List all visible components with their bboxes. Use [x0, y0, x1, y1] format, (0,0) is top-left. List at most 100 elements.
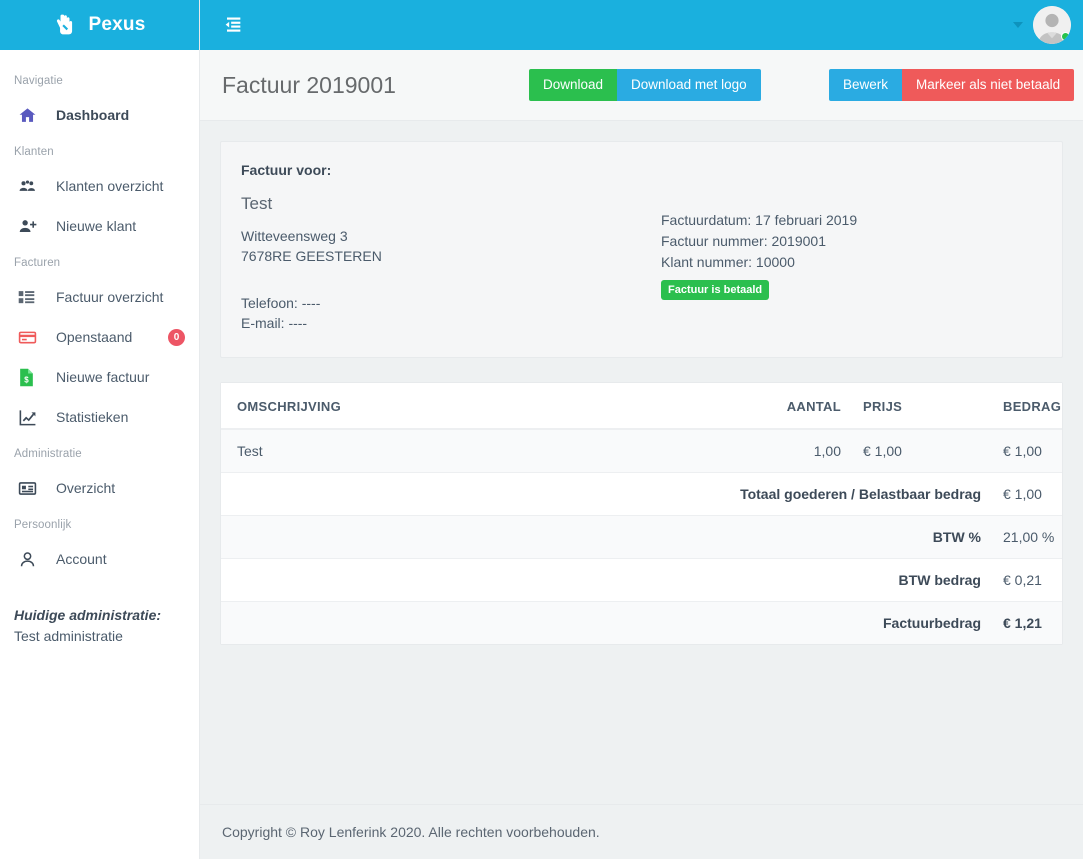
col-header-prijs: PRIJS	[841, 383, 981, 431]
sidebar-item-label: Dashboard	[56, 107, 130, 123]
summary-label-totaal-goederen: Totaal goederen / Belastbaar bedrag	[221, 472, 981, 517]
summary-value-totaal-goederen: € 1,00	[981, 472, 1062, 517]
sidebar-item-label: Nieuwe factuur	[56, 369, 150, 385]
download-met-logo-button[interactable]: Download met logo	[617, 68, 761, 102]
online-status-dot	[1061, 32, 1070, 41]
sidebar-section-facturen: Facturen	[14, 257, 61, 269]
sidebar-collapse-icon[interactable]	[222, 15, 242, 35]
download-button-group: Download Download met logo	[529, 68, 761, 102]
col-header-bedrag: BEDRAG	[981, 383, 1062, 431]
chart-line-icon	[18, 407, 42, 427]
customer-email: E-mail: ----	[241, 314, 308, 331]
customer-address: Witteveensweg 3 7678RE GEESTEREN	[241, 226, 661, 267]
customer-phone: Telefoon: ----	[241, 294, 321, 311]
summary-label-factuurbedrag: Factuurbedrag	[221, 601, 981, 645]
sidebar-item-klanten-overzicht[interactable]: Klanten overzicht	[0, 166, 199, 206]
sidebar-item-nieuwe-klant[interactable]: Nieuwe klant	[0, 206, 199, 246]
download-button[interactable]: Download	[529, 68, 618, 102]
svg-text:$: $	[24, 375, 29, 384]
summary-value-btw-bedrag: € 0,21	[981, 558, 1062, 603]
sidebar-item-label: Openstaand	[56, 329, 133, 345]
address-line-1: Witteveensweg 3	[241, 228, 348, 244]
table-row: Totaal goederen / Belastbaar bedrag € 1,…	[221, 472, 1062, 517]
topbar-user-area	[1013, 6, 1071, 44]
customer-number: Klant nummer: 10000	[661, 254, 795, 270]
app-root: Pexus Navigatie Dashboard Klanten Klante…	[0, 0, 1083, 859]
status-badge: Factuur is betaald	[661, 280, 770, 300]
sidebar-item-account[interactable]: Account	[0, 539, 199, 579]
cell-bedrag: € 1,00	[981, 429, 1062, 474]
list-grid-icon	[18, 287, 42, 307]
cell-omschrijving: Test	[221, 429, 741, 474]
avatar[interactable]	[1033, 6, 1071, 44]
table-row: Test 1,00 € 1,00 € 1,00	[221, 429, 1062, 474]
invoice-number: Factuur nummer: 2019001	[661, 233, 826, 249]
current-administration-value: Test administratie	[14, 628, 123, 644]
user-plus-icon	[18, 216, 42, 236]
summary-value-factuurbedrag: € 1,21	[981, 601, 1062, 645]
sidebar-section-navigatie: Navigatie	[14, 75, 63, 87]
sidebar-item-factuur-overzicht[interactable]: Factuur overzicht	[0, 277, 199, 317]
users-icon	[18, 176, 42, 196]
page-header: Factuur 2019001 Download Download met lo…	[200, 50, 1083, 121]
sidebar: Pexus Navigatie Dashboard Klanten Klante…	[0, 0, 200, 859]
page-title: Factuur 2019001	[222, 71, 396, 98]
sidebar-item-label: Statistieken	[56, 409, 129, 425]
col-header-omschrijving: OMSCHRIJVING	[221, 383, 741, 431]
table-row: BTW % 21,00 %	[221, 515, 1062, 560]
openstaand-badge: 0	[168, 328, 185, 346]
current-administration: Huidige administratie: Test administrati…	[0, 579, 199, 647]
sidebar-section-klanten: Klanten	[14, 146, 54, 158]
copyright-text: Copyright © Roy Lenferink 2020. Alle rec…	[222, 824, 600, 840]
sidebar-section-persoonlijk: Persoonlijk	[14, 519, 72, 531]
sidebar-item-dashboard[interactable]: Dashboard	[0, 95, 199, 135]
markeer-als-niet-betaald-button[interactable]: Markeer als niet betaald	[902, 68, 1075, 102]
sidebar-item-label: Factuur overzicht	[56, 289, 164, 305]
invoice-lines-table-wrapper: OMSCHRIJVING AANTAL PRIJS BEDRAG Test 1,…	[220, 382, 1063, 646]
main-content: Factuur voor: Test Witteveensweg 3 7678R…	[200, 121, 1083, 804]
table-row: Factuurbedrag € 1,21	[221, 601, 1062, 645]
address-line-2: 7678RE GEESTEREN	[241, 248, 382, 265]
content-area: Factuur 2019001 Download Download met lo…	[200, 0, 1083, 859]
col-header-aantal: AANTAL	[741, 383, 841, 431]
invoice-meta-block: Factuurdatum: 17 februari 2019 Factuur n…	[661, 162, 1042, 333]
sidebar-item-nieuwe-factuur[interactable]: $ Nieuwe factuur	[0, 357, 199, 397]
hand-logo-icon	[54, 12, 80, 38]
action-button-group: Bewerk Markeer als niet betaald	[829, 68, 1075, 102]
sidebar-nav: Navigatie Dashboard Klanten Klanten over…	[0, 50, 199, 647]
invoice-recipient-block: Factuur voor: Test Witteveensweg 3 7678R…	[241, 162, 661, 333]
sidebar-item-label: Account	[56, 551, 107, 567]
user-icon	[18, 549, 42, 569]
summary-label-btw-bedrag: BTW bedrag	[221, 558, 981, 603]
factuur-voor-label: Factuur voor:	[241, 162, 332, 178]
sidebar-item-label: Nieuwe klant	[56, 218, 137, 234]
credit-card-icon	[18, 327, 42, 347]
footer: Copyright © Roy Lenferink 2020. Alle rec…	[200, 804, 1083, 859]
home-icon	[18, 105, 42, 125]
sidebar-item-label: Klanten overzicht	[56, 178, 164, 194]
customer-name: Test	[241, 194, 273, 213]
current-administration-label: Huidige administratie:	[14, 607, 162, 623]
cell-aantal: 1,00	[741, 429, 841, 474]
sidebar-item-statistieken[interactable]: Statistieken	[0, 397, 199, 437]
invoice-document-icon: $	[18, 367, 42, 387]
invoice-info-card: Factuur voor: Test Witteveensweg 3 7678R…	[220, 141, 1063, 359]
table-header-row: OMSCHRIJVING AANTAL PRIJS BEDRAG	[221, 383, 1062, 431]
customer-contact: Telefoon: ---- E-mail: ----	[241, 293, 661, 334]
sidebar-item-openstaand[interactable]: Openstaand 0	[0, 317, 199, 357]
address-card-icon	[18, 478, 42, 498]
invoice-date: Factuurdatum: 17 februari 2019	[661, 212, 858, 228]
brand-header[interactable]: Pexus	[0, 0, 199, 50]
table-head: OMSCHRIJVING AANTAL PRIJS BEDRAG	[221, 383, 1062, 431]
topbar	[200, 0, 1083, 50]
cell-prijs: € 1,00	[841, 429, 981, 474]
table-row: BTW bedrag € 0,21	[221, 558, 1062, 603]
sidebar-item-label: Overzicht	[56, 480, 116, 496]
chevron-down-icon[interactable]	[1013, 22, 1023, 28]
bewerk-button[interactable]: Bewerk	[829, 68, 903, 102]
sidebar-section-administratie: Administratie	[14, 448, 82, 460]
brand-name: Pexus	[88, 14, 146, 35]
table-body: Test 1,00 € 1,00 € 1,00 Totaal goederen …	[221, 429, 1062, 645]
summary-value-btw-percentage: 21,00 %	[981, 515, 1062, 560]
sidebar-item-overzicht[interactable]: Overzicht	[0, 468, 199, 508]
